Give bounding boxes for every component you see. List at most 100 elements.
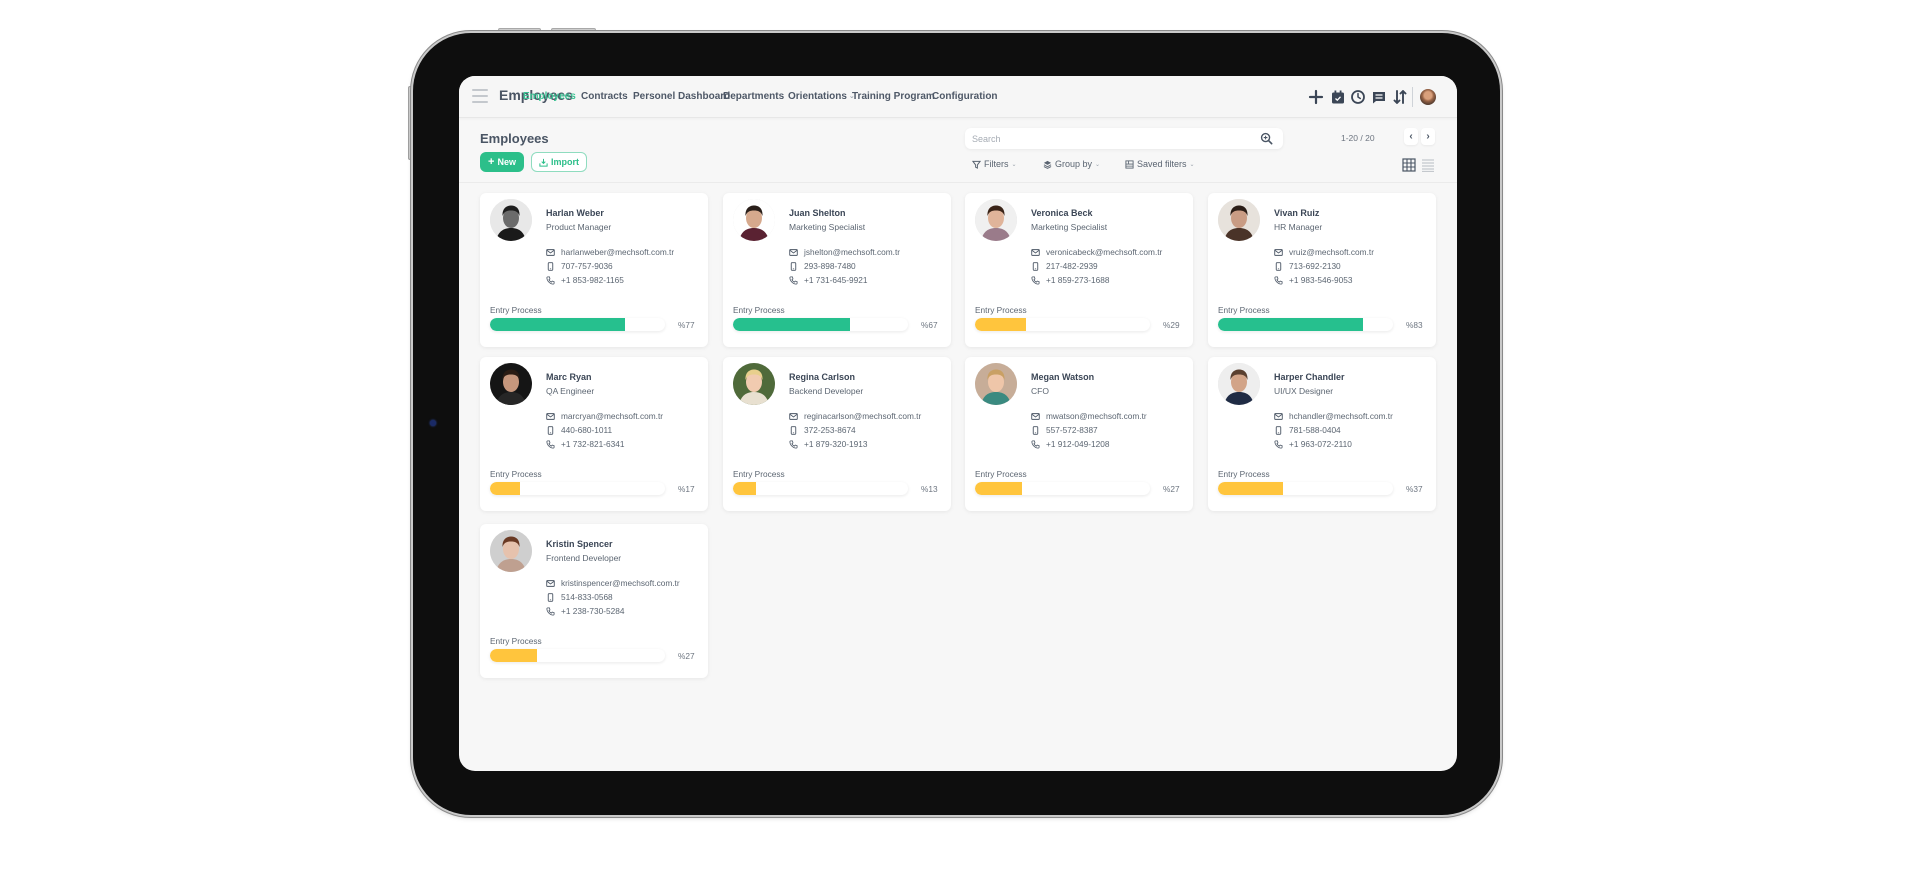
calendar-check-icon[interactable] xyxy=(1330,89,1346,105)
mobile-phone-icon xyxy=(1032,261,1039,271)
sort-icon[interactable] xyxy=(1392,89,1408,105)
employee-mobile: 372-253-8674 xyxy=(789,425,856,435)
employee-card[interactable]: Kristin Spencer Frontend Developer krist… xyxy=(480,524,708,678)
import-button-label: Import xyxy=(551,157,579,167)
email-text: harlanweber@mechsoft.com.tr xyxy=(561,247,675,257)
employee-email: reginacarlson@mechsoft.com.tr xyxy=(789,411,921,421)
employee-avatar xyxy=(733,363,775,405)
entry-process-fill xyxy=(733,318,851,331)
entry-process-label: Entry Process xyxy=(975,305,1027,315)
entry-process-label: Entry Process xyxy=(490,305,542,315)
employee-email: hchandler@mechsoft.com.tr xyxy=(1274,411,1393,421)
employee-name: Harlan Weber xyxy=(546,208,604,218)
nav-orientations[interactable]: Orientations ⌄ xyxy=(788,91,855,102)
mobile-phone-icon xyxy=(1032,425,1039,435)
mobile-text: 557-572-8387 xyxy=(1046,425,1098,435)
mobile-text: 372-253-8674 xyxy=(804,425,856,435)
saved-filter-icon xyxy=(1125,159,1134,169)
chevron-down-icon: ⌄ xyxy=(1095,161,1101,168)
nav-training-program[interactable]: Training Program xyxy=(852,91,935,102)
portrait-image xyxy=(1218,363,1260,405)
email-text: vruiz@mechsoft.com.tr xyxy=(1289,247,1374,257)
chevron-left-icon: ‹ xyxy=(1409,131,1413,142)
employee-name: Kristin Spencer xyxy=(546,539,613,549)
plus-icon[interactable] xyxy=(1308,89,1324,105)
page-title: Employees xyxy=(480,131,549,146)
employee-role: UI/UX Designer xyxy=(1274,386,1334,396)
import-button[interactable]: Import xyxy=(531,152,587,172)
pager-prev-button[interactable]: ‹ xyxy=(1404,128,1418,145)
saved-filters-dropdown[interactable]: Saved filters ⌄ xyxy=(1125,159,1195,169)
email-text: mwatson@mechsoft.com.tr xyxy=(1046,411,1147,421)
layers-icon xyxy=(1043,160,1052,169)
phone-icon xyxy=(1031,439,1040,449)
nav-contracts[interactable]: Contracts xyxy=(581,91,628,102)
mobile-phone-icon xyxy=(790,261,797,271)
nav-departments[interactable]: Departments xyxy=(723,91,784,102)
entry-process-percent: %83 xyxy=(1406,320,1423,330)
mobile-text: 707-757-9036 xyxy=(561,261,613,271)
employee-email: marcryan@mechsoft.com.tr xyxy=(546,411,663,421)
envelope-icon xyxy=(789,248,798,256)
group-by-dropdown[interactable]: Group by ⌄ xyxy=(1043,159,1100,169)
clock-icon[interactable] xyxy=(1350,89,1366,105)
entry-process-fill xyxy=(733,482,756,495)
employee-mobile: 217-482-2939 xyxy=(1031,261,1098,271)
employee-mobile: 557-572-8387 xyxy=(1031,425,1098,435)
employee-role: Backend Developer xyxy=(789,386,864,396)
menu-icon[interactable] xyxy=(472,89,488,103)
entry-process-fill xyxy=(1218,482,1283,495)
employee-phone: +1 732-821-6341 xyxy=(546,439,624,449)
mobile-text: 293-898-7480 xyxy=(804,261,856,271)
saved-filters-label: Saved filters xyxy=(1137,159,1187,169)
employee-mobile: 293-898-7480 xyxy=(789,261,856,271)
nav-configuration[interactable]: Configuration xyxy=(932,91,998,102)
employee-name: Harper Chandler xyxy=(1274,372,1345,382)
kanban-view-icon[interactable] xyxy=(1402,158,1416,172)
phone-icon xyxy=(546,275,555,285)
employee-card[interactable]: Veronica Beck Marketing Specialist veron… xyxy=(965,193,1193,347)
employee-mobile: 514-833-0568 xyxy=(546,592,613,602)
chat-icon[interactable] xyxy=(1371,89,1387,105)
phone-text: +1 238-730-5284 xyxy=(561,606,625,616)
employee-card[interactable]: Marc Ryan QA Engineer marcryan@mechsoft.… xyxy=(480,357,708,511)
email-text: kristinspencer@mechsoft.com.tr xyxy=(561,578,680,588)
employee-card[interactable]: Regina Carlson Backend Developer reginac… xyxy=(723,357,951,511)
nav-personel-dashboard[interactable]: Personel Dashboard xyxy=(633,91,730,102)
employee-card[interactable]: Megan Watson CFO mwatson@mechsoft.com.tr… xyxy=(965,357,1193,511)
mobile-text: 514-833-0568 xyxy=(561,592,613,602)
envelope-icon xyxy=(1031,248,1040,256)
mobile-phone-icon xyxy=(547,261,554,271)
mobile-text: 217-482-2939 xyxy=(1046,261,1098,271)
employee-card[interactable]: Harper Chandler UI/UX Designer hchandler… xyxy=(1208,357,1436,511)
entry-process-bar xyxy=(1218,318,1393,331)
phone-text: +1 912-049-1208 xyxy=(1046,439,1110,449)
entry-process-fill xyxy=(490,649,538,662)
search-icon[interactable] xyxy=(1260,132,1273,145)
phone-text: +1 859-273-1688 xyxy=(1046,275,1110,285)
employee-phone: +1 983-546-9053 xyxy=(1274,275,1352,285)
employee-card[interactable]: Vivan Ruiz HR Manager vruiz@mechsoft.com… xyxy=(1208,193,1436,347)
new-button[interactable]: + New xyxy=(480,152,524,172)
pager-next-button[interactable]: › xyxy=(1421,128,1435,145)
nav-employees[interactable]: Employees xyxy=(523,91,576,102)
employee-card[interactable]: Harlan Weber Product Manager harlanweber… xyxy=(480,193,708,347)
envelope-icon xyxy=(546,579,555,587)
envelope-icon xyxy=(546,248,555,256)
phone-icon xyxy=(546,606,555,616)
search-input[interactable] xyxy=(972,131,1252,146)
employee-mobile: 713-692-2130 xyxy=(1274,261,1341,271)
email-text: veronicabeck@mechsoft.com.tr xyxy=(1046,247,1163,257)
employee-name: Vivan Ruiz xyxy=(1274,208,1320,218)
list-view-icon[interactable] xyxy=(1421,158,1435,172)
employee-card[interactable]: Juan Shelton Marketing Specialist jshelt… xyxy=(723,193,951,347)
entry-process-fill xyxy=(1218,318,1364,331)
employee-phone: +1 912-049-1208 xyxy=(1031,439,1109,449)
employee-avatar xyxy=(975,363,1017,405)
employee-avatar xyxy=(490,199,532,241)
entry-process-percent: %67 xyxy=(921,320,938,330)
employee-avatar xyxy=(1218,363,1260,405)
filters-dropdown[interactable]: Filters ⌄ xyxy=(972,159,1017,169)
user-avatar[interactable] xyxy=(1420,89,1436,105)
tablet-camera xyxy=(430,420,436,426)
